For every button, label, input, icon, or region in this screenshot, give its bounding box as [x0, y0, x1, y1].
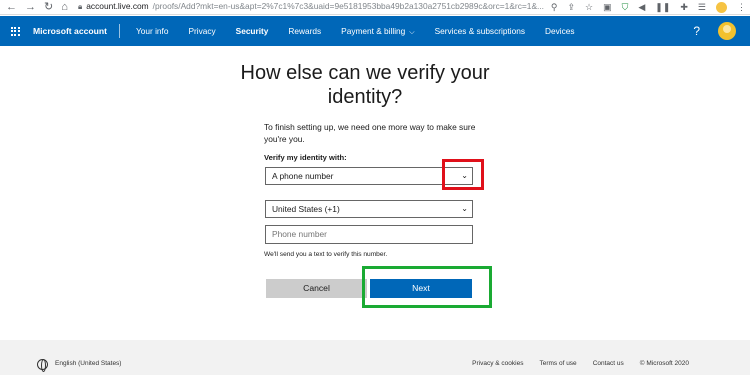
- user-avatar[interactable]: [718, 22, 736, 40]
- page-title: How else can we verify your identity?: [240, 62, 490, 108]
- reload-icon[interactable]: ↻: [44, 1, 53, 13]
- extension-icon[interactable]: ▣: [603, 1, 612, 13]
- footer-link-contact[interactable]: Contact us: [593, 360, 624, 367]
- topbar-nav: Your info Privacy Security Rewards Payme…: [126, 16, 584, 46]
- browser-nav: ← → ↻ ⌂: [6, 1, 68, 13]
- nav-payment-billing-label: Payment & billing: [341, 26, 406, 36]
- verify-label: Verify my identity with:: [264, 153, 347, 162]
- home-icon[interactable]: ⌂: [61, 1, 68, 13]
- nav-services-subscriptions[interactable]: Services & subscriptions: [425, 16, 535, 46]
- lock-icon[interactable]: 🔒︎: [78, 0, 82, 13]
- page-description: To finish setting up, we need one more w…: [264, 122, 476, 144]
- help-icon[interactable]: ?: [693, 16, 700, 46]
- browser-toolbar: ← → ↻ ⌂ 🔒︎ account.live.com/proofs/Add?m…: [0, 0, 750, 15]
- footer-link-terms[interactable]: Terms of use: [539, 360, 576, 367]
- nav-security[interactable]: Security: [226, 16, 279, 46]
- app-launcher-icon[interactable]: [0, 16, 30, 46]
- chevron-down-icon: ⌄: [461, 204, 468, 213]
- menu-icon[interactable]: ⋮: [737, 1, 746, 13]
- globe-icon: [37, 359, 48, 372]
- pause-icon[interactable]: ❚❚: [655, 1, 670, 13]
- star-icon[interactable]: ☆: [585, 1, 593, 13]
- nav-privacy[interactable]: Privacy: [178, 16, 225, 46]
- cancel-button[interactable]: Cancel: [266, 279, 367, 298]
- share-icon[interactable]: ⇪: [567, 1, 575, 13]
- chevron-down-icon: ⌵: [409, 29, 415, 36]
- zoom-icon[interactable]: ⚲: [551, 1, 558, 13]
- nav-devices[interactable]: Devices: [535, 16, 585, 46]
- brand-link[interactable]: Microsoft account: [33, 26, 107, 36]
- sms-hint: We'll send you a text to verify this num…: [264, 251, 388, 258]
- address-bar[interactable]: 🔒︎ account.live.com/proofs/Add?mkt=en-us…: [78, 0, 548, 13]
- nav-rewards[interactable]: Rewards: [278, 16, 331, 46]
- shield-icon[interactable]: ⛉: [622, 1, 629, 13]
- country-code-value: United States (+1): [272, 204, 340, 214]
- extensions-bar: ⚲ ⇪ ☆ ▣ ⛉ ◀ ❚❚ ✚ ☰ ⋮: [551, 1, 746, 13]
- tab-audio-icon[interactable]: ◀: [638, 1, 645, 13]
- puzzle-icon[interactable]: ✚: [680, 1, 688, 13]
- url-path: /proofs/Add?mkt=en-us&apt=2%7c1%7c3&uaid…: [152, 1, 545, 11]
- account-topbar: Microsoft account Your info Privacy Secu…: [0, 16, 750, 46]
- footer-copyright: © Microsoft 2020: [639, 360, 689, 367]
- phone-number-input[interactable]: Phone number: [265, 225, 473, 244]
- profile-icon[interactable]: [716, 1, 727, 13]
- media-icon[interactable]: ☰: [698, 1, 706, 13]
- country-code-select[interactable]: United States (+1) ⌄: [265, 200, 473, 218]
- back-icon[interactable]: ←: [6, 1, 17, 13]
- topbar-divider: [119, 24, 121, 38]
- nav-payment-billing[interactable]: Payment & billing ⌵: [331, 16, 424, 46]
- highlight-box-green: [362, 266, 492, 308]
- footer-link-privacy[interactable]: Privacy & cookies: [472, 360, 523, 367]
- page-footer: English (United States) Privacy & cookie…: [0, 340, 750, 375]
- forward-icon[interactable]: →: [25, 1, 36, 13]
- verify-method-value: A phone number: [272, 171, 334, 181]
- url-host: account.live.com: [86, 1, 149, 11]
- highlight-box-red: [442, 159, 484, 190]
- footer-links: Privacy & cookies Terms of use Contact u…: [472, 360, 689, 367]
- locale-selector[interactable]: English (United States): [55, 360, 121, 367]
- nav-your-info[interactable]: Your info: [126, 16, 178, 46]
